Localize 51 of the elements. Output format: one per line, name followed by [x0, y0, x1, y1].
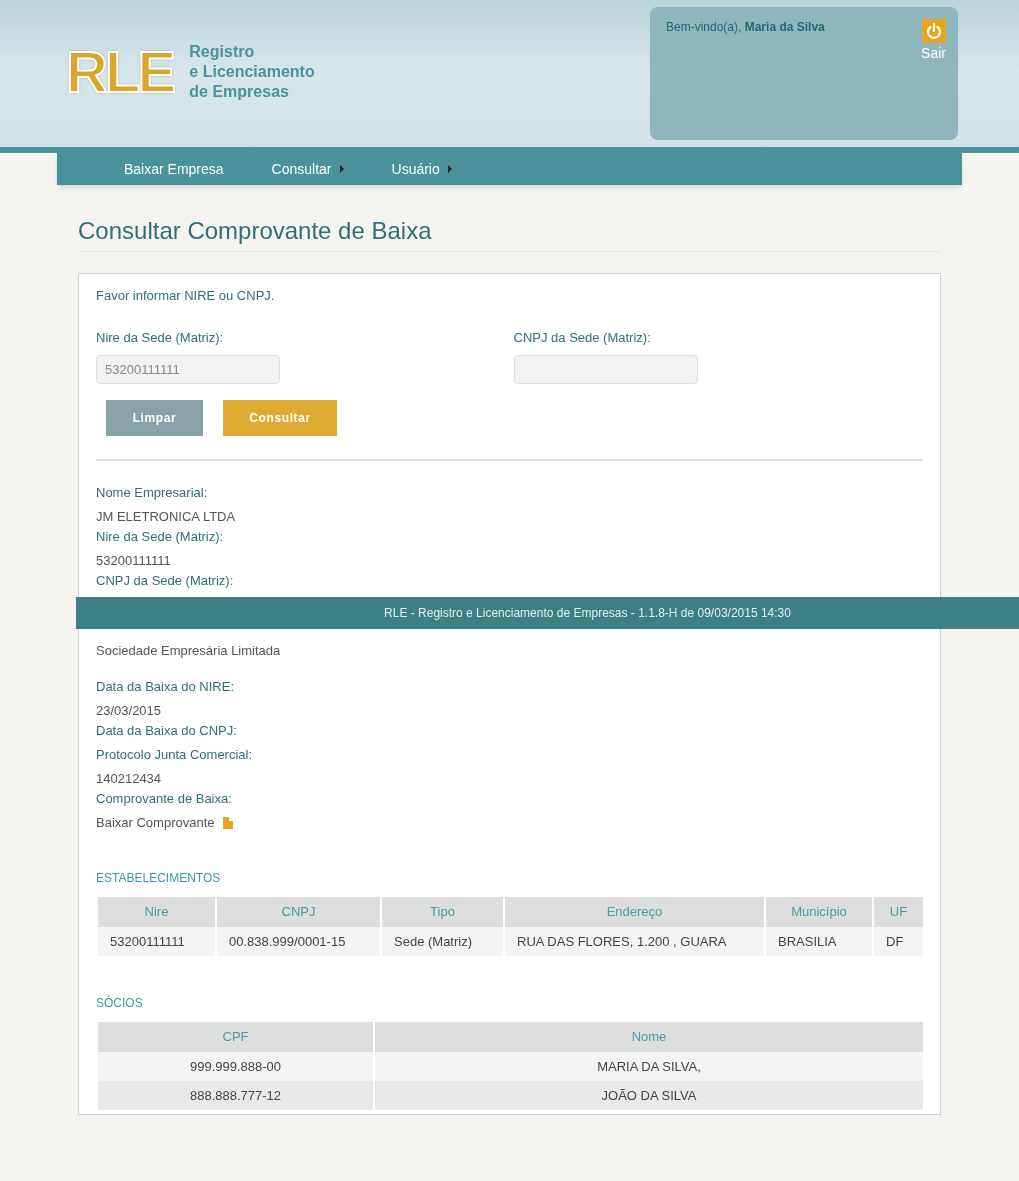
column-header: UF: [873, 897, 923, 927]
field-value: JM ELETRONICA LTDA: [96, 508, 236, 526]
table-cell: Sede (Matriz): [381, 927, 504, 956]
nav-item[interactable]: Usuário: [391, 158, 452, 180]
column-header: CNPJ: [216, 897, 381, 927]
table-cell: 999.999.888-00: [98, 1052, 374, 1081]
field-label: Nome Empresarial:: [96, 484, 208, 502]
download-link[interactable]: Baixar Comprovante: [96, 813, 233, 833]
welcome-text: Bem-vindo(a), Maria da Silva: [666, 19, 825, 35]
hint-text: Favor informar NIRE ou CNPJ.: [96, 287, 275, 305]
column-header: Município: [765, 897, 873, 927]
column-header: Nire: [98, 897, 216, 927]
field-label: Protocolo Junta Comercial:: [96, 746, 253, 764]
field-label: Nire da Sede (Matriz):: [96, 528, 224, 546]
table-cell: RUA DAS FLORES, 1.200 , GUARA: [504, 927, 765, 956]
table-cell: 53200111111: [98, 927, 216, 956]
column-header: Tipo: [381, 897, 504, 927]
table-cell: 00.838.999/0001-15: [216, 927, 381, 956]
field-value: 53200111111: [96, 552, 171, 570]
field-label: Data da Baixa do CNPJ:: [96, 722, 237, 740]
input-field[interactable]: 53200111111: [96, 355, 280, 384]
logo-tagline: Registro e Licenciamento de Empresas: [189, 42, 315, 102]
logout-button[interactable]: Sair: [921, 19, 946, 64]
footer-text: RLE - Registro e Licenciamento de Empresas - 1.1.8-H de 09/03/2015 14:30: [384, 605, 791, 622]
clear-button[interactable]: Limpar: [106, 400, 203, 436]
page-title: Consultar Comprovante de Baixa: [78, 215, 941, 252]
field-label: CNPJ da Sede (Matriz):: [513, 328, 651, 347]
field-label: Data da Baixa do NIRE:: [96, 678, 235, 696]
document-icon: [222, 817, 233, 829]
field-value: 23/03/2015: [96, 702, 162, 720]
section-title: ESTABELECIMENTOS: [96, 870, 221, 887]
section-title: SÓCIOS: [96, 994, 143, 1012]
field-label: Comprovante de Baixa:: [96, 790, 232, 808]
nav-item[interactable]: Baixar Empresa: [124, 158, 224, 180]
table-cell: JOÃO DA SILVA: [374, 1081, 923, 1110]
nav-item[interactable]: Consultar: [271, 158, 344, 180]
column-header: Endereço: [504, 897, 765, 927]
table-cell: MARIA DA SILVA,: [374, 1052, 923, 1081]
column-header: CPF: [98, 1022, 374, 1052]
table-cell: 888.888.777-12: [98, 1081, 374, 1110]
consult-button[interactable]: Consultar: [223, 400, 337, 436]
field-value: 140212434: [96, 770, 162, 788]
power-icon: [921, 19, 946, 43]
field-label: Nire da Sede (Matriz):: [96, 328, 224, 347]
table-cell: DF: [873, 927, 923, 956]
column-header: Nome: [374, 1022, 923, 1052]
input-field[interactable]: [513, 355, 698, 384]
field-value: Sociedade Empresária Limitada: [96, 642, 281, 660]
logo: RLE: [65, 43, 175, 101]
table-cell: BRASILIA: [765, 927, 873, 956]
field-label: CNPJ da Sede (Matriz):: [96, 572, 234, 590]
